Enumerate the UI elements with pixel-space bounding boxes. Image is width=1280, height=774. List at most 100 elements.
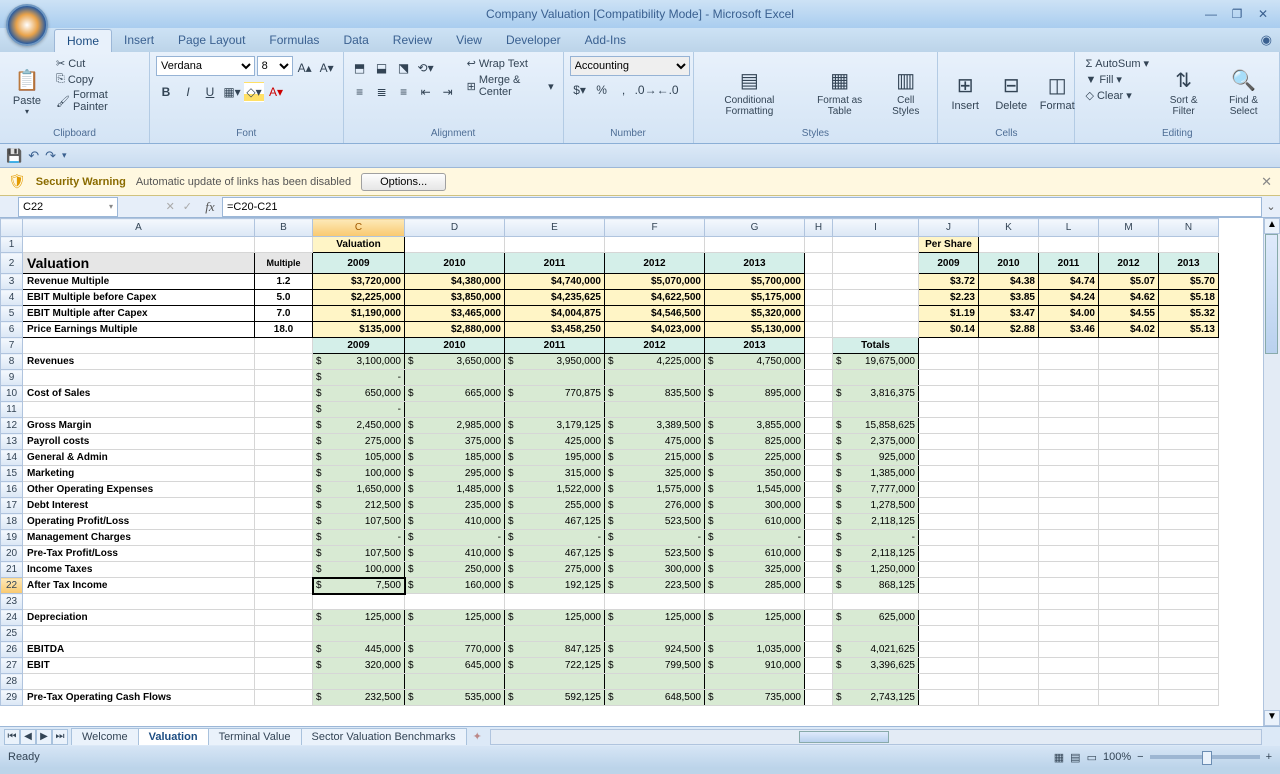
column-header-F[interactable]: F bbox=[605, 219, 705, 237]
align-top-button[interactable]: ⬒ bbox=[350, 58, 370, 78]
view-layout-button[interactable]: ▤ bbox=[1070, 751, 1080, 764]
zoom-level[interactable]: 100% bbox=[1103, 751, 1131, 763]
sheet-tab-valuation[interactable]: Valuation bbox=[138, 728, 209, 745]
column-header-K[interactable]: K bbox=[979, 219, 1039, 237]
column-header-G[interactable]: G bbox=[705, 219, 805, 237]
row-header-17[interactable]: 17 bbox=[1, 498, 23, 514]
conditional-formatting-button[interactable]: ▤Conditional Formatting bbox=[700, 56, 800, 128]
paste-button[interactable]: 📋Paste▾ bbox=[6, 56, 48, 128]
tab-home[interactable]: Home bbox=[54, 29, 112, 52]
column-header-A[interactable]: A bbox=[23, 219, 255, 237]
border-button[interactable]: ▦▾ bbox=[222, 82, 242, 102]
align-bottom-button[interactable]: ⬔ bbox=[394, 58, 414, 78]
row-header-18[interactable]: 18 bbox=[1, 514, 23, 530]
row-header-21[interactable]: 21 bbox=[1, 562, 23, 578]
tab-page-layout[interactable]: Page Layout bbox=[166, 29, 257, 52]
copy-button[interactable]: ⎘Copy bbox=[52, 72, 143, 87]
format-painter-button[interactable]: 🖌Format Painter bbox=[52, 88, 143, 114]
font-color-button[interactable]: A▾ bbox=[266, 82, 286, 102]
column-header-E[interactable]: E bbox=[505, 219, 605, 237]
delete-cells-button[interactable]: ⊟Delete bbox=[990, 56, 1032, 128]
tab-add-ins[interactable]: Add-Ins bbox=[573, 29, 638, 52]
horizontal-scrollbar[interactable] bbox=[490, 729, 1262, 745]
undo-button[interactable]: ↶ bbox=[28, 148, 39, 164]
spreadsheet-grid[interactable]: ABCDEFGHIJKLMN1ValuationPer Share2Valuat… bbox=[0, 218, 1280, 726]
row-header-28[interactable]: 28 bbox=[1, 674, 23, 690]
row-header-26[interactable]: 26 bbox=[1, 642, 23, 658]
column-header-J[interactable]: J bbox=[919, 219, 979, 237]
prev-sheet-button[interactable]: ◀ bbox=[20, 729, 36, 745]
underline-button[interactable]: U bbox=[200, 82, 220, 102]
view-break-button[interactable]: ▭ bbox=[1087, 751, 1097, 764]
row-header-11[interactable]: 11 bbox=[1, 402, 23, 418]
qat-more-button[interactable]: ▾ bbox=[62, 150, 67, 161]
name-box[interactable]: C22▾ bbox=[18, 197, 118, 217]
tab-developer[interactable]: Developer bbox=[494, 29, 573, 52]
enter-formula-icon[interactable]: ✓ bbox=[183, 200, 192, 213]
clear-button[interactable]: ◇Clear ▾ bbox=[1081, 88, 1153, 103]
autosum-button[interactable]: ΣAutoSum ▾ bbox=[1081, 56, 1153, 71]
row-header-25[interactable]: 25 bbox=[1, 626, 23, 642]
column-header-C[interactable]: C bbox=[313, 219, 405, 237]
row-header-19[interactable]: 19 bbox=[1, 530, 23, 546]
decrease-decimal-button[interactable]: ←.0 bbox=[658, 80, 678, 100]
column-header-N[interactable]: N bbox=[1159, 219, 1219, 237]
tab-review[interactable]: Review bbox=[381, 29, 444, 52]
italic-button[interactable]: I bbox=[178, 82, 198, 102]
cut-button[interactable]: ✂Cut bbox=[52, 56, 143, 71]
tab-view[interactable]: View bbox=[444, 29, 494, 52]
sort-filter-button[interactable]: ⇅Sort & Filter bbox=[1157, 56, 1210, 128]
redo-button[interactable]: ↷ bbox=[45, 148, 56, 164]
new-sheet-button[interactable]: ✦ bbox=[473, 730, 482, 743]
column-header-H[interactable]: H bbox=[805, 219, 833, 237]
help-icon[interactable]: ◉ bbox=[1261, 32, 1272, 48]
increase-indent-button[interactable]: ⇥ bbox=[438, 82, 458, 102]
wrap-text-button[interactable]: ↩Wrap Text bbox=[464, 56, 557, 71]
formula-input[interactable]: =C20-C21 bbox=[222, 197, 1262, 217]
zoom-in-button[interactable]: + bbox=[1266, 751, 1272, 763]
row-header-15[interactable]: 15 bbox=[1, 466, 23, 482]
row-header-4[interactable]: 4 bbox=[1, 290, 23, 306]
tab-formulas[interactable]: Formulas bbox=[257, 29, 331, 52]
column-header-L[interactable]: L bbox=[1039, 219, 1099, 237]
grow-font-button[interactable]: A▴ bbox=[295, 58, 315, 78]
column-header-I[interactable]: I bbox=[833, 219, 919, 237]
row-header-10[interactable]: 10 bbox=[1, 386, 23, 402]
fill-color-button[interactable]: ◇▾ bbox=[244, 82, 264, 102]
expand-formula-bar[interactable]: ⌄ bbox=[1262, 200, 1280, 213]
column-header-B[interactable]: B bbox=[255, 219, 313, 237]
find-select-button[interactable]: 🔍Find & Select bbox=[1214, 56, 1273, 128]
minimize-button[interactable]: — bbox=[1200, 7, 1222, 22]
row-header-20[interactable]: 20 bbox=[1, 546, 23, 562]
align-right-button[interactable]: ≡ bbox=[394, 82, 414, 102]
row-header-8[interactable]: 8 bbox=[1, 354, 23, 370]
tab-data[interactable]: Data bbox=[331, 29, 380, 52]
increase-decimal-button[interactable]: .0→ bbox=[636, 80, 656, 100]
number-format-select[interactable]: Accounting bbox=[570, 56, 690, 76]
row-header-3[interactable]: 3 bbox=[1, 274, 23, 290]
security-options-button[interactable]: Options... bbox=[361, 173, 446, 191]
close-button[interactable]: ✕ bbox=[1252, 7, 1274, 22]
row-header-9[interactable]: 9 bbox=[1, 370, 23, 386]
row-header-14[interactable]: 14 bbox=[1, 450, 23, 466]
column-header-D[interactable]: D bbox=[405, 219, 505, 237]
comma-button[interactable]: , bbox=[614, 80, 634, 100]
sheet-tab-sector-valuation-benchmarks[interactable]: Sector Valuation Benchmarks bbox=[301, 728, 467, 745]
align-center-button[interactable]: ≣ bbox=[372, 82, 392, 102]
row-header-13[interactable]: 13 bbox=[1, 434, 23, 450]
first-sheet-button[interactable]: ⏮ bbox=[4, 729, 20, 745]
sheet-tab-terminal-value[interactable]: Terminal Value bbox=[208, 728, 302, 745]
row-header-23[interactable]: 23 bbox=[1, 594, 23, 610]
merge-center-button[interactable]: ⊞Merge & Center ▾ bbox=[464, 73, 557, 99]
zoom-out-button[interactable]: − bbox=[1137, 751, 1143, 763]
currency-button[interactable]: $▾ bbox=[570, 80, 590, 100]
row-header-5[interactable]: 5 bbox=[1, 306, 23, 322]
row-header-6[interactable]: 6 bbox=[1, 322, 23, 338]
format-as-table-button[interactable]: ▦Format as Table bbox=[803, 56, 876, 128]
orientation-button[interactable]: ⟲▾ bbox=[416, 58, 436, 78]
row-header-22[interactable]: 22 bbox=[1, 578, 23, 594]
cell-styles-button[interactable]: ▥Cell Styles bbox=[880, 56, 931, 128]
fx-icon[interactable]: fx bbox=[198, 199, 222, 215]
align-middle-button[interactable]: ⬓ bbox=[372, 58, 392, 78]
vertical-scrollbar[interactable]: ▲▼ bbox=[1263, 218, 1280, 726]
